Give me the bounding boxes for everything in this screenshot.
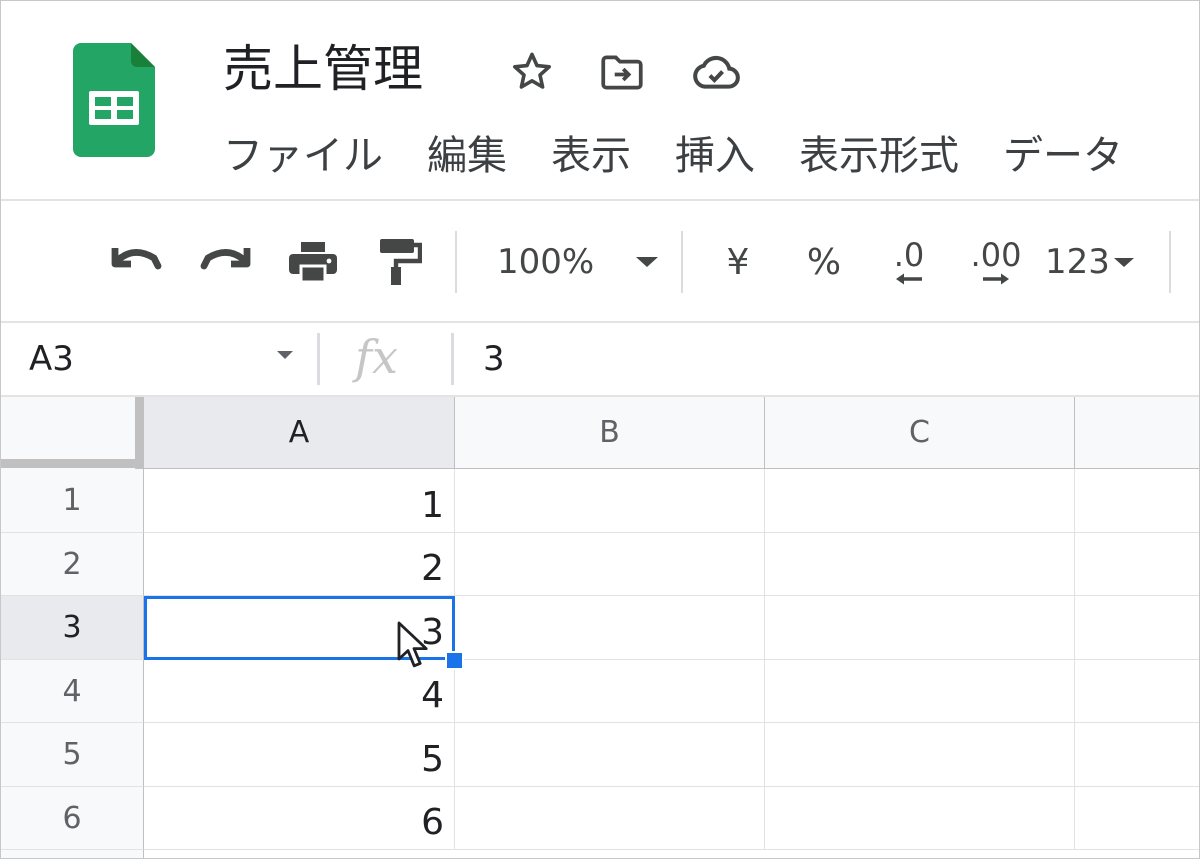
- menu-insert[interactable]: 挿入: [675, 125, 755, 187]
- more-formats-label: 123: [1045, 242, 1110, 282]
- row-header-7[interactable]: [1, 850, 144, 858]
- cell-c3[interactable]: [765, 596, 1075, 660]
- cell-a5[interactable]: 5: [144, 723, 455, 787]
- star-icon[interactable]: [505, 45, 559, 99]
- column-header-d[interactable]: [1075, 397, 1199, 469]
- cell-c5[interactable]: [765, 723, 1075, 787]
- formula-input[interactable]: 3: [483, 333, 505, 385]
- arrow-right-icon: [983, 273, 1009, 285]
- cell-c6[interactable]: [765, 787, 1075, 850]
- chevron-down-icon: [1113, 257, 1134, 267]
- mouse-pointer-icon: [397, 621, 428, 668]
- more-formats-button[interactable]: 123: [1045, 233, 1149, 291]
- app-window: 売上管理 ファイル 編集 表示 挿入 表示形式 データ 100% ¥ % .0 …: [0, 0, 1200, 859]
- move-to-folder-icon[interactable]: [595, 45, 649, 99]
- cloud-saved-icon[interactable]: [689, 45, 743, 99]
- cell-d1[interactable]: [1075, 469, 1199, 533]
- cell-b3[interactable]: [455, 596, 765, 660]
- increase-decimal-button[interactable]: .00: [961, 233, 1031, 291]
- chevron-down-icon: [636, 257, 659, 267]
- currency-label: ¥: [726, 241, 750, 283]
- cell-b2[interactable]: [455, 533, 765, 596]
- fill-handle[interactable]: [445, 651, 464, 670]
- formula-divider: [451, 333, 454, 385]
- row-header-1[interactable]: 1: [1, 469, 144, 533]
- cell-d3[interactable]: [1075, 596, 1199, 660]
- fx-icon: fx: [355, 330, 398, 384]
- cell-d4[interactable]: [1075, 660, 1199, 723]
- spreadsheet-grid: A B C 1 1 2 2 3 3 4 4 5 5 6 6: [1, 397, 1199, 858]
- cell-b1[interactable]: [455, 469, 765, 533]
- percent-label: %: [806, 241, 842, 283]
- column-header-a[interactable]: A: [144, 397, 455, 469]
- toolbar-divider: [681, 231, 683, 293]
- row-header-2[interactable]: 2: [1, 533, 144, 596]
- cell-c2[interactable]: [765, 533, 1075, 596]
- percent-format-button[interactable]: %: [797, 233, 851, 291]
- name-box[interactable]: A3: [29, 333, 74, 385]
- cell-d5[interactable]: [1075, 723, 1199, 787]
- decrease-decimal-button[interactable]: .0: [877, 233, 941, 291]
- redo-icon[interactable]: [195, 233, 255, 291]
- cell-b4[interactable]: [455, 660, 765, 723]
- cell-d6[interactable]: [1075, 787, 1199, 850]
- menu-view[interactable]: 表示: [551, 125, 631, 187]
- menu-bar: ファイル 編集 表示 挿入 表示形式 データ: [223, 125, 1167, 187]
- menu-file[interactable]: ファイル: [223, 125, 383, 187]
- chevron-down-icon[interactable]: [277, 351, 293, 359]
- cell-c4[interactable]: [765, 660, 1075, 723]
- zoom-label: 100%: [497, 242, 595, 282]
- row-header-4[interactable]: 4: [1, 660, 144, 723]
- menu-format[interactable]: 表示形式: [799, 125, 959, 187]
- cell-a2[interactable]: 2: [144, 533, 455, 596]
- toolbar: 100% ¥ % .0 .00 123: [1, 201, 1199, 323]
- print-icon[interactable]: [283, 233, 343, 291]
- formula-divider: [317, 333, 320, 385]
- paint-format-icon[interactable]: [369, 233, 429, 291]
- row-header-5[interactable]: 5: [1, 723, 144, 787]
- cell-c1[interactable]: [765, 469, 1075, 533]
- cell-b6[interactable]: [455, 787, 765, 850]
- menu-edit[interactable]: 編集: [427, 125, 507, 187]
- row-header-3[interactable]: 3: [1, 596, 144, 660]
- cell-d2[interactable]: [1075, 533, 1199, 596]
- zoom-select[interactable]: 100%: [497, 233, 667, 291]
- formula-bar: A3 fx 3: [1, 323, 1199, 397]
- header: 売上管理 ファイル 編集 表示 挿入 表示形式 データ: [1, 1, 1199, 201]
- undo-icon[interactable]: [107, 233, 167, 291]
- increase-decimal-label: .00: [970, 236, 1022, 274]
- decrease-decimal-label: .0: [893, 236, 925, 274]
- column-header-c[interactable]: C: [765, 397, 1075, 469]
- cell-a6[interactable]: 6: [144, 787, 455, 850]
- toolbar-divider: [1169, 231, 1171, 293]
- row-header-6[interactable]: 6: [1, 787, 144, 850]
- sheets-logo-icon[interactable]: [73, 43, 155, 157]
- cell-b5[interactable]: [455, 723, 765, 787]
- cell-a1[interactable]: 1: [144, 469, 455, 533]
- menu-data[interactable]: データ: [1003, 125, 1123, 187]
- freeze-row-handle[interactable]: [1, 459, 144, 468]
- toolbar-divider: [455, 231, 457, 293]
- currency-format-button[interactable]: ¥: [711, 233, 765, 291]
- document-title[interactable]: 売上管理: [223, 37, 423, 101]
- arrow-left-icon: [896, 273, 922, 285]
- column-header-b[interactable]: B: [455, 397, 765, 469]
